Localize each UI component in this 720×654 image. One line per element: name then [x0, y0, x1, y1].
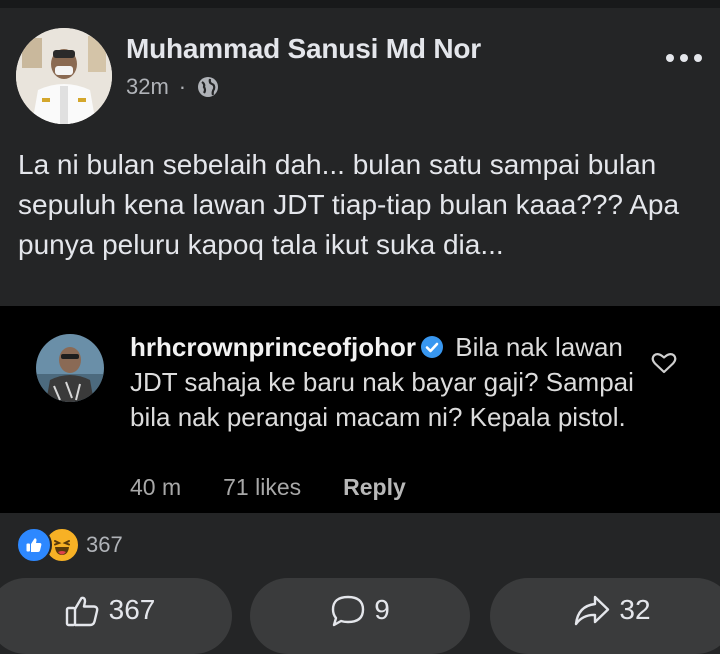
- share-count: 32: [619, 594, 651, 625]
- comment-button[interactable]: 9: [250, 578, 470, 654]
- post-meta: 32m ·: [126, 74, 220, 100]
- dot-icon: [666, 54, 674, 62]
- comment-body: hrhcrownprinceofjohor Bila nak lawan JDT…: [130, 330, 650, 435]
- reaction-count: 367: [86, 532, 123, 557]
- reaction-summary[interactable]: 367: [16, 527, 123, 563]
- comment-time: 40 m: [130, 474, 182, 500]
- like-outline-icon: [65, 596, 99, 627]
- commenter-photo-icon: [36, 334, 104, 402]
- commenter-avatar: [36, 334, 104, 402]
- like-icon: [16, 527, 52, 563]
- action-bar: 367 9 32: [0, 578, 720, 654]
- thumbs-up-icon: [26, 538, 42, 552]
- globe-icon: [198, 77, 219, 97]
- more-options-button[interactable]: [666, 50, 702, 66]
- post-time[interactable]: 32m: [126, 74, 169, 100]
- share-icon: [575, 595, 610, 626]
- verified-badge-icon: [421, 336, 443, 358]
- author-name[interactable]: Muhammad Sanusi Md Nor: [126, 33, 481, 65]
- post-text: La ni bulan sebelaih dah... bulan satu s…: [18, 149, 680, 260]
- profile-photo-icon: [16, 28, 112, 124]
- heart-icon: [651, 353, 677, 374]
- top-divider: [0, 0, 720, 8]
- share-button[interactable]: 32: [490, 578, 720, 654]
- like-button[interactable]: 367: [0, 578, 232, 654]
- comment-reply: Reply: [343, 474, 406, 500]
- dot-icon: [680, 54, 688, 62]
- meta-separator: ·: [178, 74, 187, 99]
- comment-username: hrhcrownprinceofjohor: [130, 332, 416, 362]
- comment-likes: 71 likes: [223, 474, 302, 500]
- post-image[interactable]: hrhcrownprinceofjohor Bila nak lawan JDT…: [0, 306, 720, 513]
- laughing-face-icon: [54, 540, 70, 555]
- like-count: 367: [108, 594, 156, 625]
- comment-icon: [332, 595, 365, 627]
- comment-count: 9: [374, 594, 390, 625]
- dot-icon: [694, 54, 702, 62]
- comment-actions: 40 m 71 likes Reply: [130, 474, 448, 501]
- author-avatar[interactable]: [16, 28, 112, 124]
